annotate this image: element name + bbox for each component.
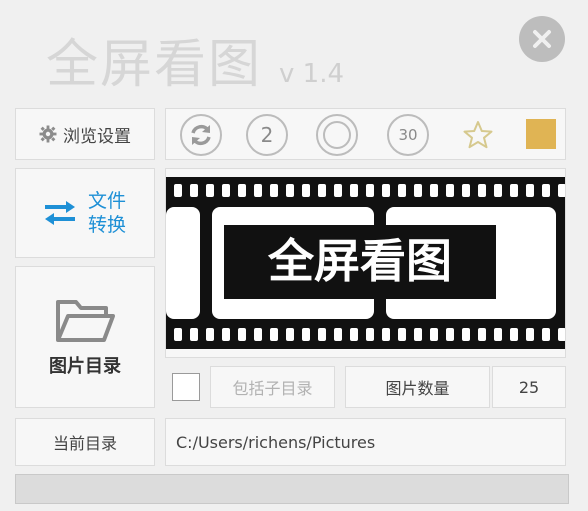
- film-sprocket-hole: [398, 328, 406, 341]
- film-sprocket-hole: [334, 184, 342, 197]
- film-sprocket-hole: [446, 328, 454, 341]
- gear-icon: [39, 125, 57, 143]
- film-sprocket-hole: [254, 184, 262, 197]
- app-title: 全屏看图: [46, 35, 263, 95]
- refresh-button[interactable]: [180, 114, 222, 156]
- folder-icon: [56, 300, 115, 342]
- picture-directory-button[interactable]: 图片目录: [15, 266, 155, 408]
- app-version: v 1.4: [279, 59, 344, 89]
- swap-arrows-icon: [45, 201, 75, 225]
- toolbar: 2 30: [165, 108, 566, 160]
- current-directory-label: 当前目录: [15, 418, 155, 466]
- film-sprocket-hole: [526, 184, 534, 197]
- progress-bar: [15, 474, 569, 504]
- film-sprocket-hole: [494, 328, 502, 341]
- film-sprocket-hole: [446, 184, 454, 197]
- refresh-icon: [191, 124, 211, 146]
- interval-30-button[interactable]: 30: [387, 114, 429, 156]
- film-sprocket-hole: [558, 184, 566, 197]
- film-sprocket-hole: [510, 328, 518, 341]
- film-sprocket-hole: [302, 328, 310, 341]
- film-sprocket-hole: [206, 184, 214, 197]
- film-sprocket-hole: [398, 184, 406, 197]
- film-sprocket-hole: [286, 328, 294, 341]
- close-icon: [533, 30, 551, 48]
- film-sprocket-hole: [190, 184, 198, 197]
- film-sprocket-hole: [206, 328, 214, 341]
- film-sprocket-hole: [238, 328, 246, 341]
- film-sprocket-hole: [318, 328, 326, 341]
- include-subdirs-checkbox[interactable]: [172, 373, 200, 401]
- close-button[interactable]: [519, 16, 565, 62]
- film-sprocket-hole: [190, 328, 198, 341]
- film-sprocket-hole: [462, 328, 470, 341]
- film-sprocket-hole: [414, 184, 422, 197]
- film-sprocket-hole: [302, 184, 310, 197]
- film-sprocket-hole: [238, 184, 246, 197]
- film-sprocket-hole: [318, 184, 326, 197]
- film-sprocket-hole: [286, 184, 294, 197]
- film-sprocket-hole: [350, 328, 358, 341]
- film-sprocket-hole: [222, 328, 230, 341]
- film-sprocket-hole: [270, 184, 278, 197]
- picture-directory-label: 图片目录: [49, 356, 121, 377]
- interval-30-label: 30: [398, 126, 418, 144]
- film-sprocket-hole: [542, 184, 550, 197]
- film-sprocket-hole: [174, 184, 182, 197]
- include-subdirs-label: 包括子目录: [210, 366, 335, 408]
- film-sprocket-hole: [526, 328, 534, 341]
- preview-logo-text: 全屏看图: [267, 234, 452, 288]
- film-sprocket-hole: [414, 328, 422, 341]
- film-sprocket-hole: [382, 184, 390, 197]
- convert-files-button[interactable]: 文件转换: [15, 168, 155, 258]
- film-sprocket-hole: [494, 184, 502, 197]
- browse-settings-button[interactable]: 浏览设置: [15, 108, 155, 160]
- interval-2-button[interactable]: 2: [246, 114, 288, 156]
- film-sprocket-hole: [462, 184, 470, 197]
- film-sprocket-hole: [366, 184, 374, 197]
- film-sprocket-hole: [478, 184, 486, 197]
- color-swatch-button[interactable]: [526, 119, 556, 149]
- film-sprocket-hole: [334, 328, 342, 341]
- film-sprocket-hole: [270, 328, 278, 341]
- film-sprocket-hole: [478, 328, 486, 341]
- current-directory-path: C:/Users/richens/Pictures: [165, 418, 566, 466]
- film-strip-logo: 全屏看图: [166, 177, 566, 349]
- interval-blank-button[interactable]: [316, 114, 358, 156]
- film-sprocket-hole: [382, 328, 390, 341]
- film-sprocket-hole: [174, 328, 182, 341]
- film-sprocket-hole: [430, 184, 438, 197]
- browse-settings-label: 浏览设置: [63, 126, 131, 147]
- film-sprocket-hole: [366, 328, 374, 341]
- film-sprocket-hole: [430, 328, 438, 341]
- film-sprocket-hole: [222, 184, 230, 197]
- star-icon: [463, 121, 493, 149]
- film-sprocket-hole: [510, 184, 518, 197]
- film-sprocket-hole: [558, 328, 566, 341]
- film-sprocket-hole: [350, 184, 358, 197]
- favorite-button[interactable]: [462, 119, 494, 151]
- preview-image: 全屏看图: [165, 168, 566, 358]
- convert-files-label: 文件转换: [87, 190, 126, 236]
- interval-2-label: 2: [260, 123, 274, 147]
- blank-circle-icon: [323, 121, 351, 149]
- film-sprocket-hole: [254, 328, 262, 341]
- film-sprocket-hole: [542, 328, 550, 341]
- picture-count-label: 图片数量: [345, 366, 490, 408]
- picture-count-value: 25: [492, 366, 566, 408]
